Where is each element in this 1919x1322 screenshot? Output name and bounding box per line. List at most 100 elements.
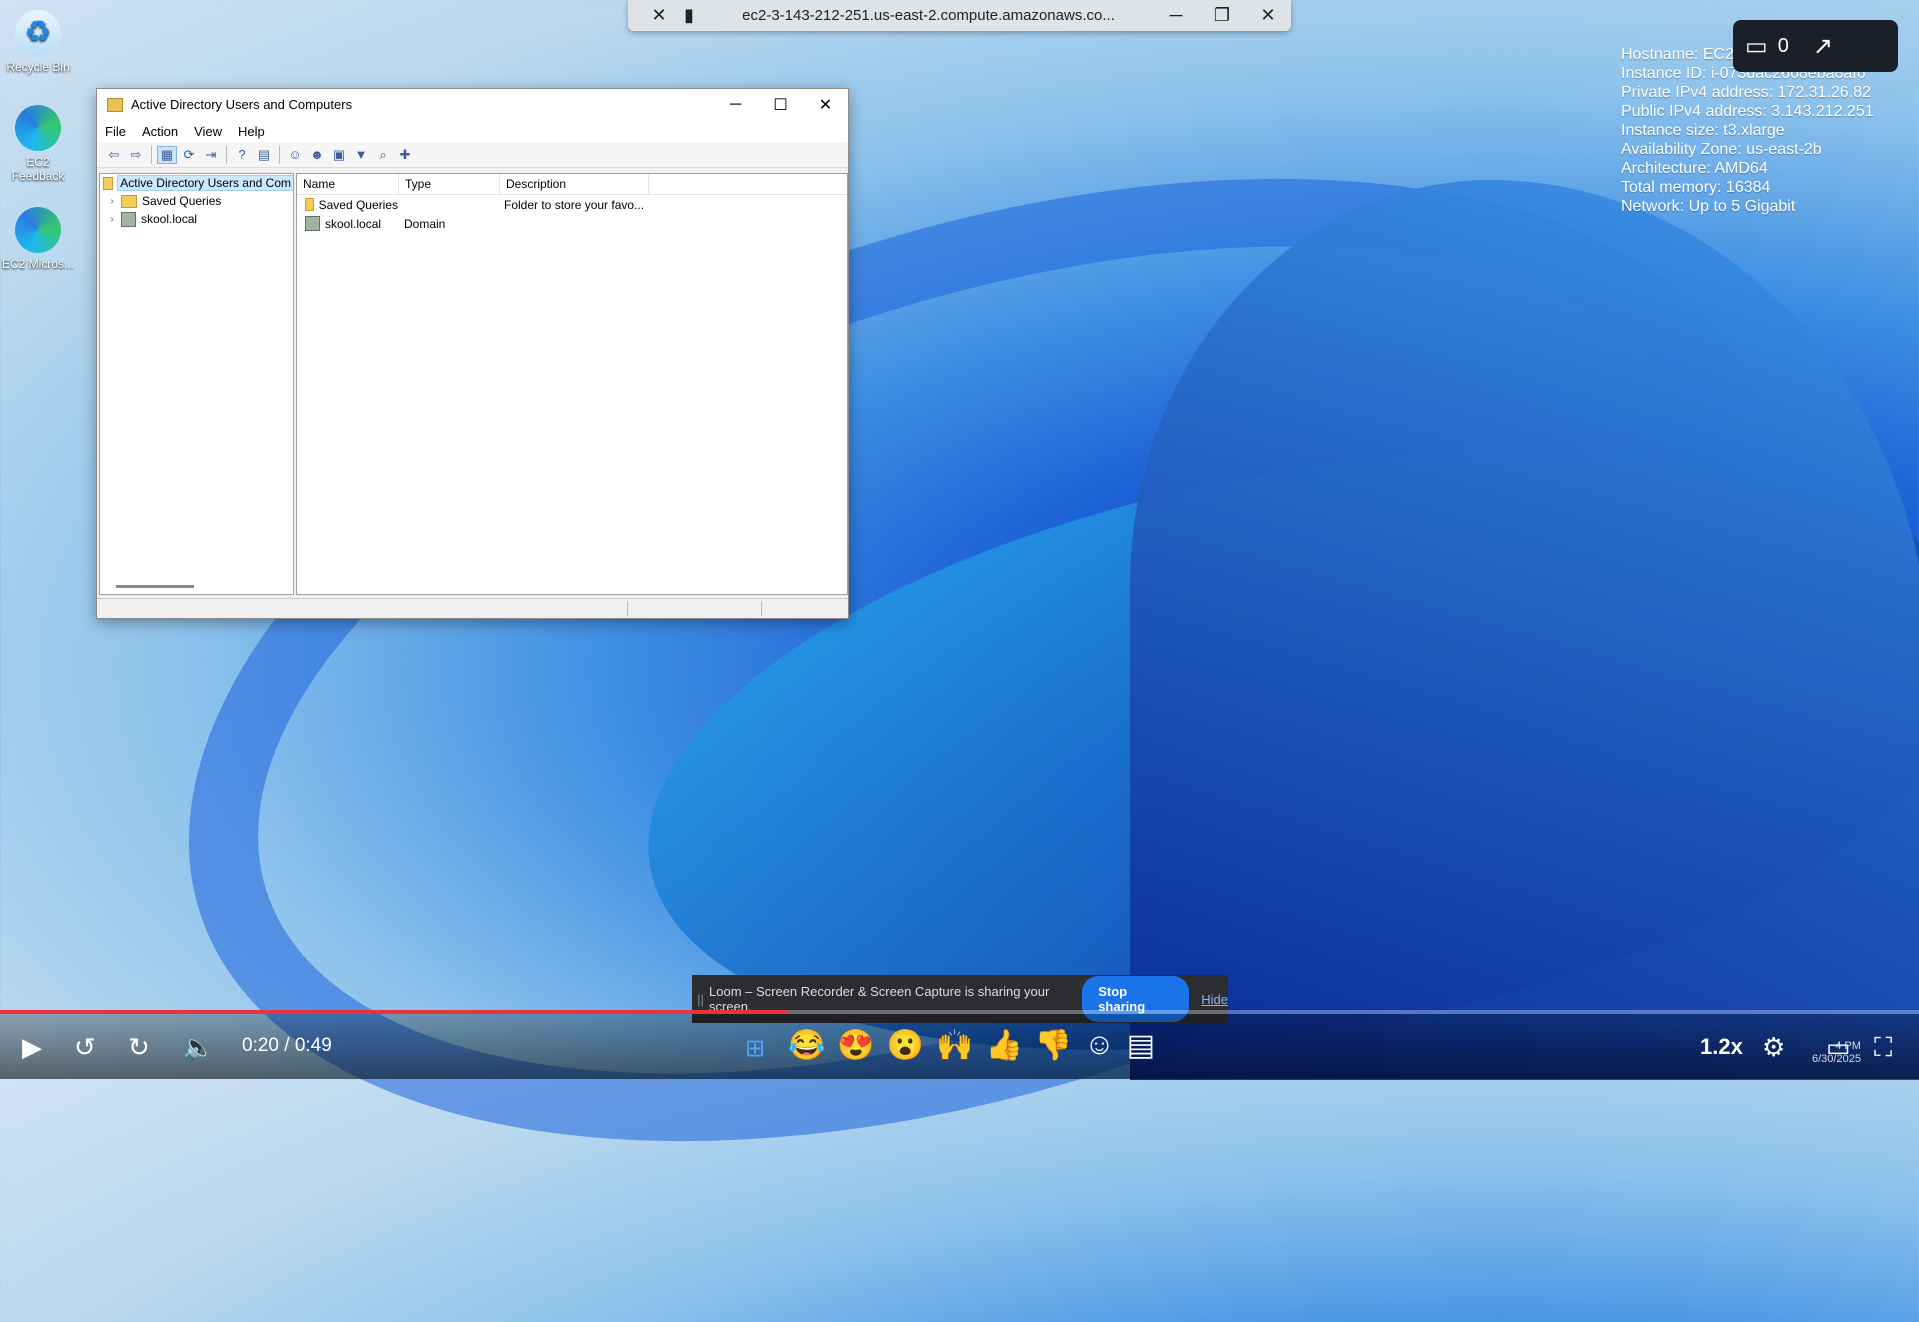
close-button[interactable]: ✕ xyxy=(803,95,848,115)
rdp-connection-bar: ✕ ▮ ec2-3-143-212-251.us-east-2.compute.… xyxy=(628,0,1291,31)
wallpaper-wave xyxy=(1130,180,1919,1080)
list-item[interactable]: skool.local Domain xyxy=(297,214,847,233)
reaction-heart-eyes[interactable]: 😍 xyxy=(837,1028,874,1063)
settings-gear-icon[interactable]: ⚙ xyxy=(1762,1032,1785,1063)
video-time: 0:20 / 0:49 xyxy=(242,1035,332,1056)
bginfo-line: Architecture: AMD64 xyxy=(1621,160,1768,177)
horizontal-scrollbar[interactable] xyxy=(116,585,194,588)
edge-icon xyxy=(15,105,61,151)
play-icon[interactable]: ▶ xyxy=(22,1032,42,1063)
list-header: Name Type Description xyxy=(297,174,847,195)
export-list-icon[interactable]: ⇥ xyxy=(202,147,220,163)
help-icon[interactable]: ? xyxy=(233,147,251,163)
tree-item-saved-queries[interactable]: › Saved Queries xyxy=(100,192,293,210)
tree-node-label: skool.local xyxy=(141,212,198,226)
bginfo-line: Private IPv4 address: 172.31.26.82 xyxy=(1621,84,1871,101)
volume-icon[interactable]: 🔈 xyxy=(182,1032,214,1063)
new-group-icon[interactable]: ☻ xyxy=(308,147,326,163)
add-to-group-icon[interactable]: ✚ xyxy=(396,147,414,163)
domain-icon xyxy=(305,216,320,231)
fullscreen-icon[interactable]: ⛶ xyxy=(1874,1032,1892,1064)
column-header-type[interactable]: Type xyxy=(399,174,500,194)
menu-file[interactable]: File xyxy=(97,124,134,139)
bginfo-line: Network: Up to 5 Gigabit xyxy=(1621,198,1796,215)
window-titlebar[interactable]: Active Directory Users and Computers ─ ☐… xyxy=(97,89,848,120)
window-title: Active Directory Users and Computers xyxy=(131,97,353,112)
forward-arrow-icon[interactable]: ⇨ xyxy=(127,147,145,163)
tree-node-label: Active Directory Users and Com xyxy=(117,175,293,191)
details-list: Name Type Description Saved Queries Fold… xyxy=(296,173,848,595)
reaction-wow[interactable]: 😮 xyxy=(887,1028,924,1063)
rdp-close-button[interactable]: ✕ xyxy=(1245,5,1291,26)
menu-bar: File Action View Help xyxy=(97,120,848,142)
reaction-bar: 😂 😍 😮 🙌 👍 👎 ☺ ▤ xyxy=(788,1028,1155,1063)
list-item-name: skool.local xyxy=(325,216,382,231)
signal-strength-icon[interactable]: ▮ xyxy=(674,5,704,26)
bginfo-line: Instance size: t3.xlarge xyxy=(1621,122,1785,139)
desktop-icon-label: EC2 Micros... xyxy=(2,257,75,271)
add-reaction-icon[interactable]: ☺ xyxy=(1084,1028,1115,1063)
drag-handle-icon[interactable]: || xyxy=(692,992,709,1007)
console-tree: Active Directory Users and Com › Saved Q… xyxy=(99,173,294,595)
minimize-button[interactable]: ─ xyxy=(713,96,758,114)
folder-icon xyxy=(121,194,137,208)
comments-count: 0 xyxy=(1777,34,1789,57)
menu-action[interactable]: Action xyxy=(134,124,186,139)
forward-icon[interactable]: ↻ xyxy=(128,1032,150,1063)
edge-icon xyxy=(15,207,61,253)
status-divider xyxy=(761,601,762,616)
video-player-controls: ▶ ↺ ↻ 🔈 0:20 / 0:49 ⊞ 😂 😍 😮 🙌 👍 👎 ☺ ▤ 1.… xyxy=(0,1014,1919,1079)
new-ou-icon[interactable]: ▣ xyxy=(330,147,348,163)
comment-icon[interactable]: ▤ xyxy=(1127,1028,1155,1063)
show-action-pane-icon[interactable]: ▤ xyxy=(255,147,273,163)
comments-button[interactable]: ▭ 0 xyxy=(1733,32,1801,61)
content-panes: Active Directory Users and Com › Saved Q… xyxy=(97,171,848,595)
filter-icon[interactable]: ▼ xyxy=(352,147,370,163)
open-external-button[interactable]: ↗ xyxy=(1801,32,1845,61)
aduc-window: Active Directory Users and Computers ─ ☐… xyxy=(96,88,849,619)
rdp-minimize-button[interactable]: ─ xyxy=(1153,5,1199,26)
desktop-icon-ec2-micros[interactable]: EC2 Micros... xyxy=(2,207,74,271)
menu-help[interactable]: Help xyxy=(230,124,273,139)
maximize-button[interactable]: ☐ xyxy=(758,95,803,115)
list-item[interactable]: Saved Queries Folder to store your favo.… xyxy=(297,195,847,214)
reaction-thumbs-up[interactable]: 👍 xyxy=(985,1028,1022,1063)
reaction-raised-hands[interactable]: 🙌 xyxy=(936,1028,973,1063)
status-divider xyxy=(627,601,628,616)
column-header-name[interactable]: Name xyxy=(297,174,399,194)
list-item-description: Folder to store your favo... xyxy=(504,197,645,212)
column-header-description[interactable]: Description xyxy=(500,174,649,194)
bginfo-line: Total memory: 16384 xyxy=(1621,179,1771,196)
expand-arrow-icon[interactable]: › xyxy=(105,214,119,225)
toolbar: ⇦ ⇨ ▦ ⟳ ⇥ ? ▤ ☺ ☻ ▣ ▼ ⌕ ✚ xyxy=(97,142,848,168)
back-arrow-icon[interactable]: ⇦ xyxy=(105,147,123,163)
pin-off-icon[interactable]: ✕ xyxy=(644,5,674,26)
windows-start-icon[interactable]: ⊞ xyxy=(745,1034,765,1063)
desktop-icon-label: EC2 Feedback xyxy=(11,155,65,183)
comment-icon: ▭ xyxy=(1745,32,1768,60)
aduc-root-icon xyxy=(103,176,114,190)
tree-root-node[interactable]: Active Directory Users and Com xyxy=(100,174,293,192)
find-icon[interactable]: ⌕ xyxy=(374,147,392,163)
bginfo-line: Availability Zone: us-east-2b xyxy=(1621,141,1822,158)
theater-mode-icon[interactable]: ▭ xyxy=(1826,1032,1851,1063)
reaction-laugh[interactable]: 😂 xyxy=(788,1028,825,1063)
desktop-icon-label: Recycle Bin xyxy=(6,60,70,74)
rdp-restore-button[interactable]: ❐ xyxy=(1199,5,1245,26)
tree-node-label: Saved Queries xyxy=(142,194,222,208)
recycle-bin-icon: ♻ xyxy=(15,10,61,56)
menu-view[interactable]: View xyxy=(186,124,230,139)
rewind-icon[interactable]: ↺ xyxy=(74,1032,96,1063)
toolbar-separator xyxy=(279,145,280,164)
show-console-tree-icon[interactable]: ▦ xyxy=(157,145,177,164)
desktop-icon-recycle-bin[interactable]: ♻ Recycle Bin xyxy=(2,10,74,74)
new-user-icon[interactable]: ☺ xyxy=(286,147,304,163)
expand-arrow-icon[interactable]: › xyxy=(105,196,119,207)
playback-speed[interactable]: 1.2x xyxy=(1700,1034,1743,1060)
toolbar-separator xyxy=(151,145,152,164)
reaction-thumbs-down[interactable]: 👎 xyxy=(1035,1028,1072,1063)
hide-banner-link[interactable]: Hide xyxy=(1201,992,1228,1007)
tree-item-skool-local[interactable]: › skool.local xyxy=(100,210,293,228)
desktop-icon-ec2-feedback[interactable]: EC2 Feedback xyxy=(2,105,74,183)
refresh-icon[interactable]: ⟳ xyxy=(180,147,198,163)
